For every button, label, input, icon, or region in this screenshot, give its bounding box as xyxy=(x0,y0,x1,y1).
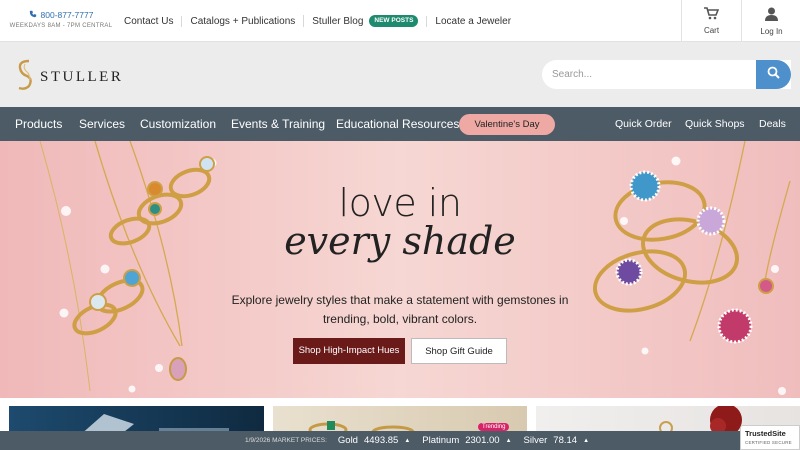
search-button[interactable] xyxy=(756,60,791,89)
silver-label: Silver xyxy=(523,435,548,446)
phone-number[interactable]: 800-877-7777 xyxy=(41,10,94,20)
shop-high-impact-hues-button[interactable]: Shop High-Impact Hues xyxy=(293,338,405,364)
cart-label: Cart xyxy=(703,26,720,35)
platinum-label: Platinum xyxy=(422,435,460,446)
platinum-value: 2301.00 xyxy=(465,435,500,446)
nav-quick-order[interactable]: Quick Order xyxy=(615,107,672,141)
utility-bar: 800-877-7777 WEEKDAYS 8AM - 7PM CENTRAL … xyxy=(0,0,800,42)
phone-icon xyxy=(29,10,37,20)
trending-badge: Trending xyxy=(478,423,510,431)
shop-gift-guide-button[interactable]: Shop Gift Guide xyxy=(411,338,507,364)
phone-contact[interactable]: 800-877-7777 WEEKDAYS 8AM - 7PM CENTRAL xyxy=(8,10,114,29)
nav-deals[interactable]: Deals xyxy=(759,107,786,141)
search-icon xyxy=(767,66,780,84)
trustedsite-subtitle: CERTIFIED SECURE xyxy=(745,440,792,445)
support-hours: WEEKDAYS 8AM - 7PM CENTRAL xyxy=(9,23,113,29)
market-prices-label: 1/9/2026 MARKET PRICES: xyxy=(245,437,327,444)
up-arrow-icon: ▲ xyxy=(583,437,590,444)
trustedsite-title: TrustedSite xyxy=(745,429,786,438)
main-nav: Products Services Customization Events &… xyxy=(0,107,800,141)
hero-subtitle: Explore jewelry styles that make a state… xyxy=(230,291,570,329)
cart-icon xyxy=(704,7,720,26)
login-button[interactable]: Log In xyxy=(741,0,800,42)
platinum-price: Platinum 2301.00 ▲ xyxy=(422,435,511,446)
up-arrow-icon: ▲ xyxy=(404,437,411,444)
new-posts-badge: NEW POSTS xyxy=(369,15,419,27)
logo-mark-icon xyxy=(14,58,36,97)
up-arrow-icon: ▲ xyxy=(505,437,512,444)
silver-price: Silver 78.14 ▲ xyxy=(524,435,590,446)
search-input[interactable] xyxy=(542,60,752,89)
silver-value: 78.14 xyxy=(553,435,578,446)
catalogs-link[interactable]: Catalogs + Publications xyxy=(181,15,303,27)
login-label: Log In xyxy=(760,26,783,36)
blog-link[interactable]: Stuller Blog NEW POSTS xyxy=(303,15,426,27)
hero-subtitle-line1: Explore jewelry styles that make a state… xyxy=(231,293,569,307)
gold-price: Gold 4493.85 ▲ xyxy=(338,435,410,446)
cart-button[interactable]: Cart xyxy=(681,0,741,42)
blog-link-label: Stuller Blog xyxy=(312,15,364,27)
nav-events-training[interactable]: Events & Training xyxy=(231,107,325,141)
nav-services[interactable]: Services xyxy=(79,107,125,141)
stuller-logo[interactable]: STULLER xyxy=(14,58,123,97)
nav-quick-shops[interactable]: Quick Shops xyxy=(685,107,745,141)
contact-us-link[interactable]: Contact Us xyxy=(124,16,181,27)
gold-label: Gold xyxy=(337,435,358,446)
trustedsite-seal[interactable]: TrustedSite CERTIFIED SECURE xyxy=(740,425,800,450)
user-icon xyxy=(765,7,778,27)
search-bar xyxy=(542,60,791,89)
locate-jeweler-link[interactable]: Locate a Jeweler xyxy=(426,15,519,27)
top-links: Contact Us Catalogs + Publications Stull… xyxy=(124,15,519,27)
logo-wordmark: STULLER xyxy=(40,69,124,85)
nav-valentines-day[interactable]: Valentine's Day xyxy=(459,114,555,135)
gold-value: 4493.85 xyxy=(363,435,399,446)
hero-banner: love in every shade Explore jewelry styl… xyxy=(0,141,800,398)
nav-customization[interactable]: Customization xyxy=(140,107,216,141)
market-prices-ticker: 1/9/2026 MARKET PRICES: Gold 4493.85 ▲ P… xyxy=(0,431,800,450)
hero-subtitle-line2: trending, bold, vibrant colors. xyxy=(322,312,478,326)
hero-title-line2: every shade xyxy=(284,219,516,263)
site-header: STULLER xyxy=(0,42,800,107)
nav-educational-resources[interactable]: Educational Resources xyxy=(336,107,459,141)
nav-products[interactable]: Products xyxy=(15,107,62,141)
